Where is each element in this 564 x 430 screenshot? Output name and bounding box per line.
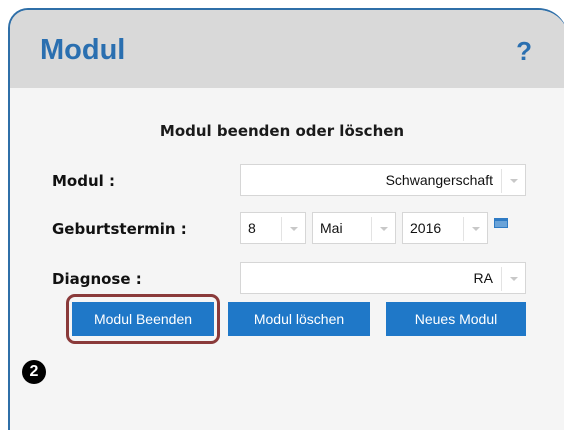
chevron-down-icon[interactable] [371, 217, 395, 241]
birth-month-value: Mai [320, 220, 343, 236]
modul-select[interactable]: Schwangerschaft [240, 164, 526, 196]
birth-day-value: 8 [248, 220, 256, 236]
chevron-down-icon[interactable] [501, 169, 525, 193]
chevron-down-icon[interactable] [463, 217, 487, 241]
birth-year-select[interactable]: 2016 [402, 212, 488, 244]
diagnosis-select-value: RA [473, 270, 493, 286]
diagnosis-select[interactable]: RA [240, 262, 526, 294]
help-icon[interactable]: ? [516, 36, 532, 67]
diagnosis-label: Diagnose : [52, 270, 142, 288]
modul-select-value: Schwangerschaft [385, 172, 493, 188]
end-module-button[interactable]: Modul Beenden [72, 302, 214, 336]
birth-day-select[interactable]: 8 [240, 212, 306, 244]
new-module-button[interactable]: Neues Modul [386, 302, 526, 336]
panel-title: Modul [40, 34, 126, 66]
panel-header: Modul ? [10, 10, 564, 88]
birth-date-label: Geburtstermin : [52, 220, 187, 238]
delete-module-button[interactable]: Modul löschen [228, 302, 370, 336]
section-heading: Modul beenden oder löschen [159, 122, 405, 140]
calendar-icon[interactable] [494, 218, 508, 228]
modul-label: Modul : [52, 172, 116, 190]
birth-year-value: 2016 [410, 220, 442, 236]
birth-month-select[interactable]: Mai [312, 212, 396, 244]
chevron-down-icon[interactable] [501, 267, 525, 291]
chevron-down-icon[interactable] [281, 217, 305, 241]
step-number-badge: 2 [22, 360, 46, 384]
